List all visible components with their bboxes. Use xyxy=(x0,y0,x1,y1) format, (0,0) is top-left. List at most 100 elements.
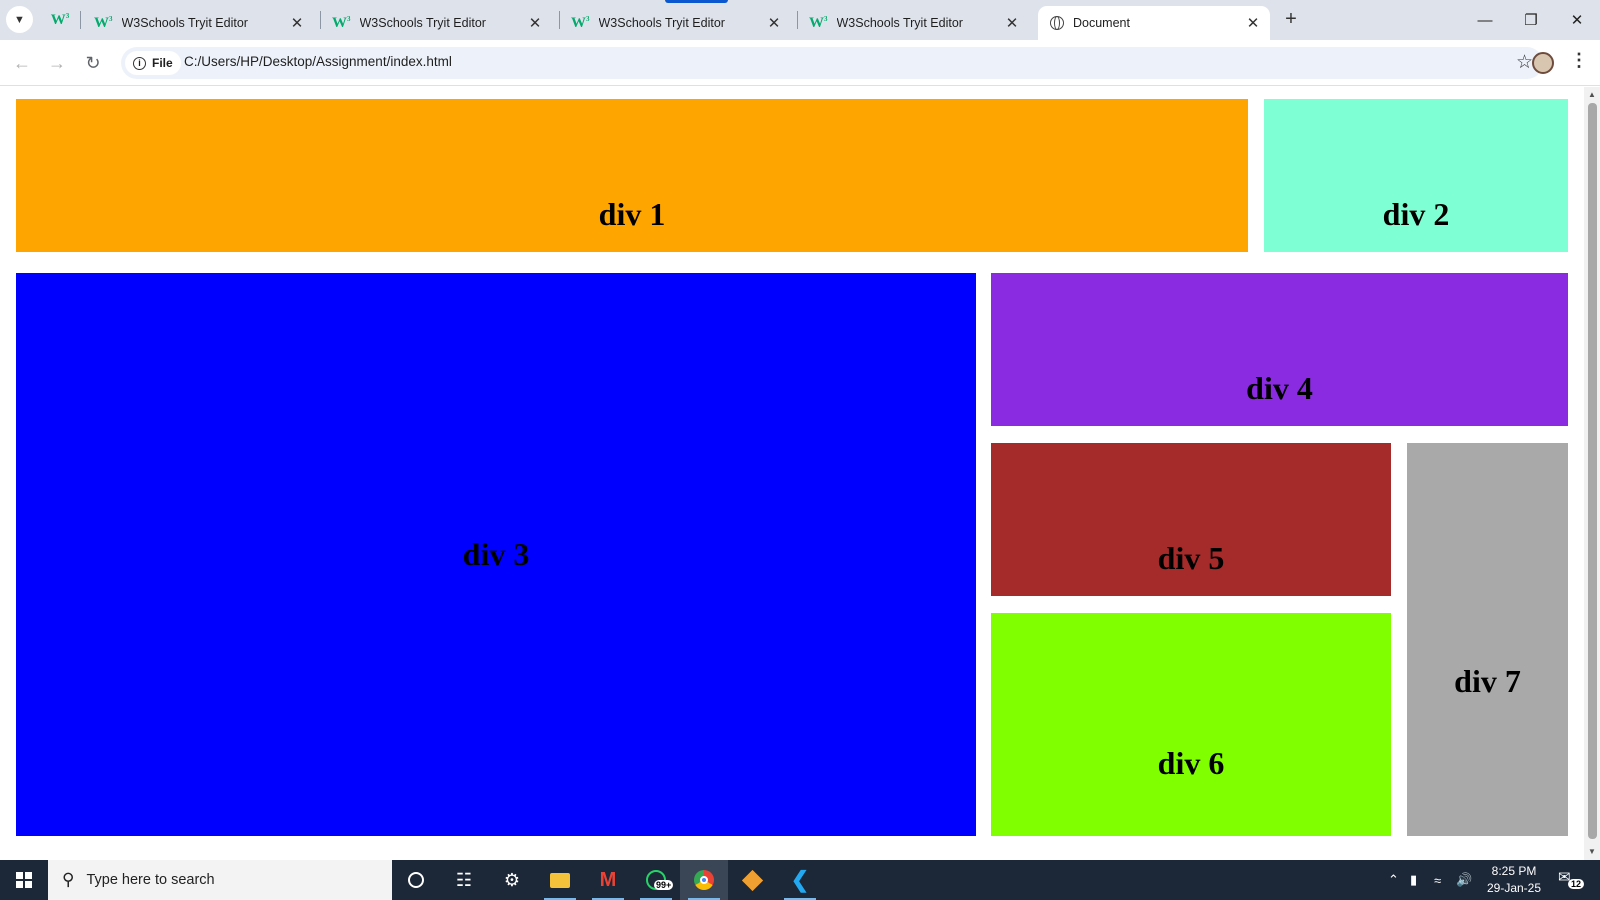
scroll-up-icon[interactable]: ▲ xyxy=(1588,90,1596,99)
w3schools-icon: W3 xyxy=(809,14,828,31)
bookmark-star-icon[interactable]: ☆ xyxy=(1516,51,1533,74)
scroll-down-icon[interactable]: ▼ xyxy=(1588,847,1596,856)
task-view-button[interactable]: ☷ xyxy=(440,860,488,900)
browser-toolbar: ← → ↻ i File C:/Users/HP/Desktop/Assignm… xyxy=(0,40,1600,86)
menu-kebab-icon[interactable]: ⋮ xyxy=(1570,50,1588,71)
tab-indicator xyxy=(665,0,728,3)
div-4-box: div 4 xyxy=(991,273,1568,426)
close-window-button[interactable]: ✕ xyxy=(1554,0,1600,40)
new-tab-button[interactable]: + xyxy=(1280,9,1302,31)
box-label: div 4 xyxy=(1246,370,1313,406)
restore-button[interactable]: ❐ xyxy=(1508,0,1554,40)
gear-icon: ⚙ xyxy=(503,869,521,890)
close-icon[interactable]: ✕ xyxy=(288,14,306,32)
battery-icon: ▮ xyxy=(1410,872,1418,887)
tab-title: W3Schools Tryit Editor xyxy=(359,16,486,30)
tab-search-button[interactable]: ▼ xyxy=(6,6,33,33)
tab-2[interactable]: W3 W3Schools Tryit Editor ✕ xyxy=(320,6,552,40)
wifi-tray[interactable]: ≈ xyxy=(1434,860,1441,900)
minimize-icon: — xyxy=(1477,11,1493,29)
info-icon: i xyxy=(133,56,146,70)
scroll-thumb[interactable] xyxy=(1588,103,1597,839)
tab-title: W3Schools Tryit Editor xyxy=(836,16,963,30)
whatsapp-button[interactable]: 99+ xyxy=(632,860,680,900)
box-label: div 1 xyxy=(598,196,666,232)
vscode-icon: ❮ xyxy=(790,867,810,892)
git-icon xyxy=(741,869,763,891)
arrow-right-icon: → xyxy=(48,52,66,73)
div-3-box: div 3 xyxy=(16,273,976,836)
vscode-button[interactable]: ❮ xyxy=(776,860,824,900)
git-app-button[interactable] xyxy=(728,860,776,900)
w3schools-icon: W3 xyxy=(571,14,590,31)
arrow-left-icon: ← xyxy=(13,52,31,73)
box-label: div 6 xyxy=(1157,745,1225,781)
clock-time: 8:25 PM xyxy=(1491,864,1537,878)
chrome-button[interactable] xyxy=(680,860,728,900)
notification-badge: 12 xyxy=(1568,879,1585,889)
close-icon[interactable]: ✕ xyxy=(1003,14,1021,32)
w3schools-icon: W3 xyxy=(50,11,70,28)
start-button[interactable] xyxy=(0,860,48,900)
tab-5-active[interactable]: Document ✕ xyxy=(1038,6,1270,40)
minimize-button[interactable]: — xyxy=(1462,0,1508,40)
box-label: div 5 xyxy=(1157,540,1225,576)
cortana-button[interactable] xyxy=(392,860,440,900)
w3schools-icon: W3 xyxy=(332,14,351,31)
windows-icon xyxy=(16,872,32,888)
close-icon[interactable]: ✕ xyxy=(765,14,783,32)
restore-icon: ❐ xyxy=(1524,12,1538,29)
tab-1[interactable]: W3 W3Schools Tryit Editor ✕ xyxy=(82,6,314,40)
back-button[interactable]: ← xyxy=(9,50,35,76)
url-text[interactable]: C:/Users/HP/Desktop/Assignment/index.htm… xyxy=(184,54,452,69)
tray-overflow-button[interactable]: ⌃ xyxy=(1388,860,1399,900)
close-icon[interactable]: ✕ xyxy=(1244,14,1262,32)
search-placeholder: Type here to search xyxy=(86,872,215,888)
clock-date: 29-Jan-25 xyxy=(1486,881,1542,895)
cortana-icon xyxy=(408,872,424,888)
div-5-box: div 5 xyxy=(991,443,1391,596)
div-6-box: div 6 xyxy=(991,613,1391,836)
pinned-tab[interactable]: W3 xyxy=(42,8,78,32)
tab-title: W3Schools Tryit Editor xyxy=(598,16,725,30)
battery-tray[interactable]: ▮ xyxy=(1410,860,1417,900)
close-icon[interactable]: ✕ xyxy=(526,14,544,32)
w3schools-icon: W3 xyxy=(94,14,113,31)
gmail-icon: M xyxy=(599,868,617,891)
volume-tray[interactable]: 🔊 xyxy=(1456,860,1472,900)
tab-title: Document xyxy=(1073,16,1130,30)
gmail-button[interactable]: M xyxy=(584,860,632,900)
tab-title: W3Schools Tryit Editor xyxy=(121,16,248,30)
taskbar-search-box[interactable]: ⚲ Type here to search xyxy=(48,860,392,900)
file-chip-label: File xyxy=(152,56,173,70)
windows-taskbar: ⚲ Type here to search ☷ ⚙ M 99+ ❮ ⌃ ▮ ≈ … xyxy=(0,860,1600,900)
tab-separator xyxy=(80,11,81,29)
box-label: div 3 xyxy=(462,536,530,572)
reload-button[interactable]: ↻ xyxy=(80,50,106,76)
div-7-box: div 7 xyxy=(1407,443,1568,836)
settings-button[interactable]: ⚙ xyxy=(488,860,536,900)
chevron-up-icon: ⌃ xyxy=(1388,872,1399,887)
close-icon: ✕ xyxy=(1570,12,1584,29)
tab-3[interactable]: W3 W3Schools Tryit Editor ✕ xyxy=(559,6,791,40)
box-label: div 7 xyxy=(1454,662,1521,699)
vertical-scrollbar[interactable]: ▲ ▼ xyxy=(1584,87,1600,860)
tab-4[interactable]: W3 W3Schools Tryit Editor ✕ xyxy=(797,6,1029,40)
div-1-box: div 1 xyxy=(16,99,1248,252)
profile-avatar[interactable] xyxy=(1532,52,1554,74)
chevron-down-icon: ▼ xyxy=(14,13,25,26)
page-viewport: div 1 div 2 div 3 div 4 div 5 div 6 div … xyxy=(0,87,1584,860)
site-info-chip[interactable]: i File xyxy=(125,51,181,75)
wifi-icon: ≈ xyxy=(1434,872,1442,888)
search-icon: ⚲ xyxy=(62,870,75,889)
box-label: div 2 xyxy=(1382,196,1450,232)
div-2-box: div 2 xyxy=(1264,99,1568,252)
clock[interactable]: 8:25 PM 29-Jan-25 xyxy=(1474,863,1554,897)
forward-button[interactable]: → xyxy=(44,50,70,76)
task-view-icon: ☷ xyxy=(455,869,473,890)
file-explorer-button[interactable] xyxy=(536,860,584,900)
tab-strip: ▼ W3 W3 W3Schools Tryit Editor ✕ W3 W3Sc… xyxy=(0,0,1600,40)
address-bar[interactable]: i File C:/Users/HP/Desktop/Assignment/in… xyxy=(121,47,1543,79)
folder-icon xyxy=(550,872,570,888)
chrome-icon xyxy=(694,870,714,890)
